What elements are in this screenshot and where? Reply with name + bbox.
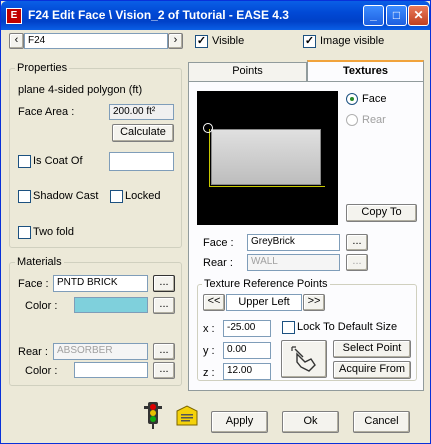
face-radio[interactable] xyxy=(346,93,358,105)
window-title: F24 Edit Face \ Vision_2 of Tutorial - E… xyxy=(28,8,289,22)
rear-radio-label: Rear xyxy=(362,114,386,126)
face-material-browse-button[interactable]: ... xyxy=(153,275,175,292)
face-color-browse-button[interactable]: ... xyxy=(153,297,175,314)
next-face-button[interactable]: › xyxy=(168,33,183,49)
traffic-light-icon[interactable] xyxy=(141,401,165,429)
shadow-cast-label: Shadow Cast xyxy=(33,190,99,202)
rear-color-browse-button[interactable]: ... xyxy=(153,362,175,379)
rear-radio[interactable] xyxy=(346,114,358,126)
close-button[interactable]: ✕ xyxy=(408,5,429,26)
visible-checkbox[interactable]: ✓ xyxy=(195,35,208,48)
y-field[interactable]: 0.00 xyxy=(223,342,271,359)
hand-pointer-icon xyxy=(291,346,316,372)
texture-rear-label: Rear : xyxy=(203,257,233,269)
lock-default-size-label: Lock To Default Size xyxy=(297,321,398,333)
is-coat-of-field[interactable] xyxy=(109,152,174,171)
x-field[interactable]: -25.00 xyxy=(223,320,271,337)
ref-next-button[interactable]: >> xyxy=(303,294,325,311)
face-area-label: Face Area : xyxy=(18,106,75,118)
minimize-button[interactable]: _ xyxy=(363,5,384,26)
texture-rear-field[interactable]: WALL xyxy=(247,254,340,271)
face-material-field[interactable]: PNTD BRICK xyxy=(53,275,148,292)
acquire-from-button[interactable]: Acquire From xyxy=(333,361,411,379)
face-area-field: 200.00 ft² xyxy=(109,104,174,120)
face-color-swatch[interactable] xyxy=(74,297,148,313)
texture-preview xyxy=(197,91,338,225)
locked-checkbox[interactable] xyxy=(110,190,123,203)
is-coat-of-checkbox[interactable] xyxy=(18,155,31,168)
tab-points[interactable]: Points xyxy=(188,62,307,81)
visible-label: Visible xyxy=(212,35,245,47)
tab-textures[interactable]: Textures xyxy=(307,60,424,82)
texture-face-field[interactable]: GreyBrick xyxy=(247,234,340,251)
texture-edge-left xyxy=(209,129,210,187)
ref-prev-button[interactable]: << xyxy=(203,294,225,311)
apply-button[interactable]: Apply xyxy=(211,411,268,433)
y-label: y : xyxy=(203,345,215,357)
face-description: plane 4-sided polygon (ft) xyxy=(18,84,143,96)
ease-app-icon: E xyxy=(6,8,22,24)
lock-default-size-checkbox[interactable] xyxy=(282,321,295,334)
select-point-button[interactable]: Select Point xyxy=(333,340,411,358)
ok-button[interactable]: Ok xyxy=(282,411,339,433)
face-radio-label: Face xyxy=(362,93,387,105)
face-material-label: Face : xyxy=(18,278,49,290)
properties-title: Properties xyxy=(15,62,70,74)
x-label: x : xyxy=(203,323,215,335)
z-label: z : xyxy=(203,367,215,379)
z-field[interactable]: 12.00 xyxy=(223,363,271,380)
pick-point-button[interactable] xyxy=(281,340,327,378)
texture-face-browse-button[interactable]: ... xyxy=(346,234,368,251)
reference-point-marker[interactable] xyxy=(203,123,213,133)
texture-face-label: Face : xyxy=(203,237,234,249)
cancel-button[interactable]: Cancel xyxy=(353,411,410,433)
is-coat-of-label: Is Coat Of xyxy=(33,155,83,167)
image-visible-label: Image visible xyxy=(320,35,385,47)
texture-image xyxy=(211,129,321,185)
texture-reference-title: Texture Reference Points xyxy=(202,278,330,290)
maximize-button[interactable]: □ xyxy=(386,5,407,26)
locked-label: Locked xyxy=(125,190,161,202)
rear-color-swatch[interactable] xyxy=(74,362,148,378)
edit-face-window: E F24 Edit Face \ Vision_2 of Tutorial -… xyxy=(0,0,431,444)
face-color-label: Color : xyxy=(25,300,58,312)
prev-face-button[interactable]: ‹ xyxy=(9,33,24,49)
rear-material-label: Rear : xyxy=(18,346,48,358)
note-icon[interactable] xyxy=(175,405,199,427)
ref-position-field[interactable]: Upper Left xyxy=(226,294,302,311)
texture-edge-bottom xyxy=(209,186,325,187)
title-bar[interactable]: E F24 Edit Face \ Vision_2 of Tutorial -… xyxy=(1,1,430,30)
calculate-button[interactable]: Calculate xyxy=(112,124,174,142)
two-fold-label: Two fold xyxy=(33,226,74,238)
copy-to-button[interactable]: Copy To xyxy=(346,204,417,222)
texture-rear-browse-button[interactable]: ... xyxy=(346,254,368,271)
rear-material-field[interactable]: ABSORBER xyxy=(53,343,148,360)
materials-title: Materials xyxy=(15,256,64,268)
image-visible-checkbox[interactable]: ✓ xyxy=(303,35,316,48)
face-id-field[interactable]: F24 xyxy=(24,33,168,49)
rear-color-label: Color : xyxy=(25,365,58,377)
two-fold-checkbox[interactable] xyxy=(18,226,31,239)
rear-material-browse-button[interactable]: ... xyxy=(153,343,175,360)
shadow-cast-checkbox[interactable] xyxy=(18,190,31,203)
